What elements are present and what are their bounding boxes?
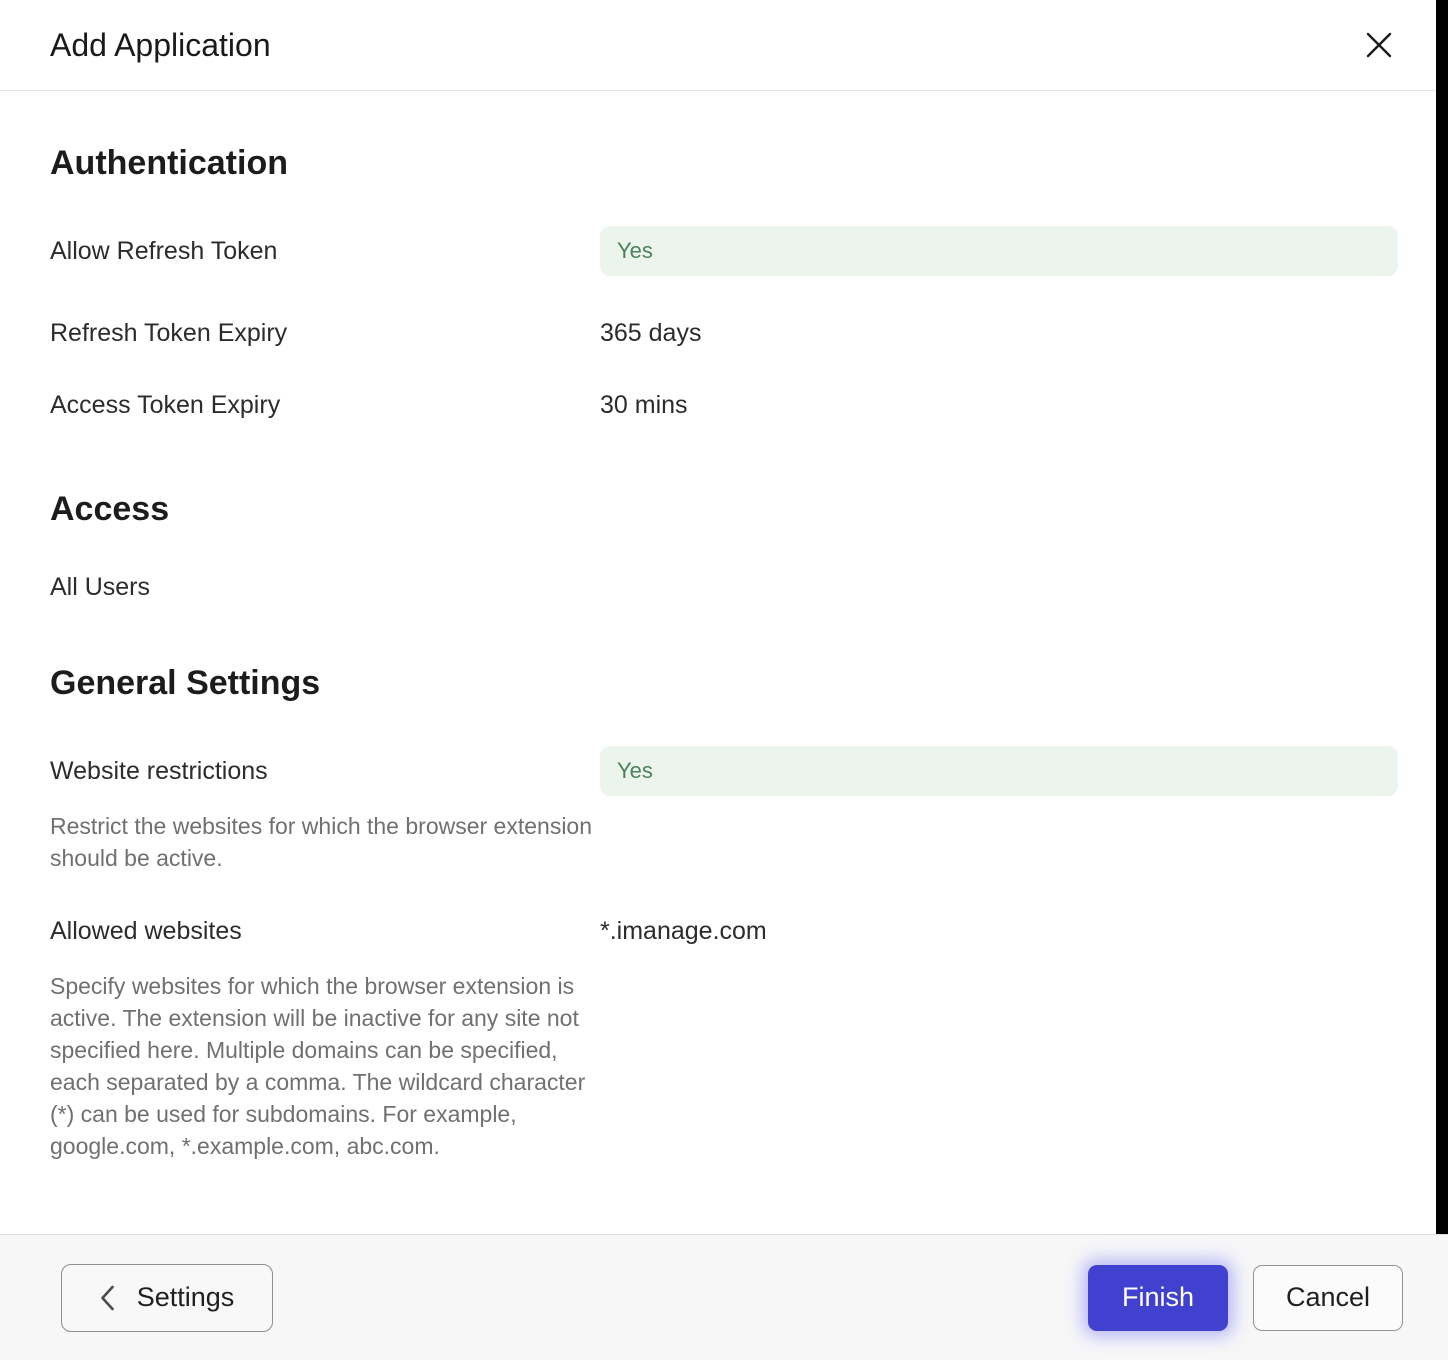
cancel-button[interactable]: Cancel	[1253, 1264, 1403, 1331]
field-allow-refresh-token: Allow Refresh Token Yes	[50, 226, 1398, 276]
section-heading-access: Access	[50, 490, 170, 528]
field-all-users: All Users	[50, 572, 1398, 602]
field-access-token-expiry: Access Token Expiry 30 mins	[50, 390, 1398, 420]
section-heading-general-settings: General Settings	[50, 664, 321, 702]
close-icon	[1365, 31, 1393, 59]
field-allowed-websites: Allowed websites *.imanage.com Specify w…	[50, 916, 1398, 1162]
footer-actions: Finish Cancel	[1088, 1264, 1403, 1331]
field-description: Restrict the websites for which the brow…	[50, 813, 593, 871]
field-label: Refresh Token Expiry	[50, 318, 288, 347]
field-label: Access Token Expiry	[50, 390, 281, 419]
dialog-header: Add Application	[0, 0, 1448, 91]
section-heading-authentication: Authentication	[50, 144, 288, 182]
close-button[interactable]	[1362, 28, 1396, 62]
field-refresh-token-expiry: Refresh Token Expiry 365 days	[50, 318, 1398, 348]
viewport-edge-strip	[1436, 0, 1448, 1234]
finish-button[interactable]: Finish	[1088, 1264, 1228, 1331]
field-website-restrictions: Website restrictions Yes Restrict the we…	[50, 746, 1398, 874]
dialog-body: Authentication Allow Refresh Token Yes R…	[0, 142, 1448, 1162]
field-label: Allowed websites	[50, 916, 242, 945]
field-label: Website restrictions	[50, 756, 268, 785]
status-badge-yes: Yes	[600, 226, 1398, 276]
field-description: Specify websites for which the browser e…	[50, 973, 586, 1159]
chevron-left-icon	[100, 1285, 115, 1311]
field-label: Allow Refresh Token	[50, 236, 278, 265]
field-value: *.imanage.com	[600, 916, 767, 945]
dialog-title: Add Application	[50, 26, 271, 63]
back-button-label: Settings	[136, 1282, 235, 1312]
status-badge-yes: Yes	[600, 746, 1398, 796]
dialog-footer: Settings Finish Cancel	[0, 1234, 1448, 1360]
back-settings-button[interactable]: Settings	[61, 1263, 273, 1332]
field-value: 30 mins	[600, 390, 688, 419]
field-value: 365 days	[600, 318, 702, 347]
field-label: All Users	[50, 572, 151, 601]
